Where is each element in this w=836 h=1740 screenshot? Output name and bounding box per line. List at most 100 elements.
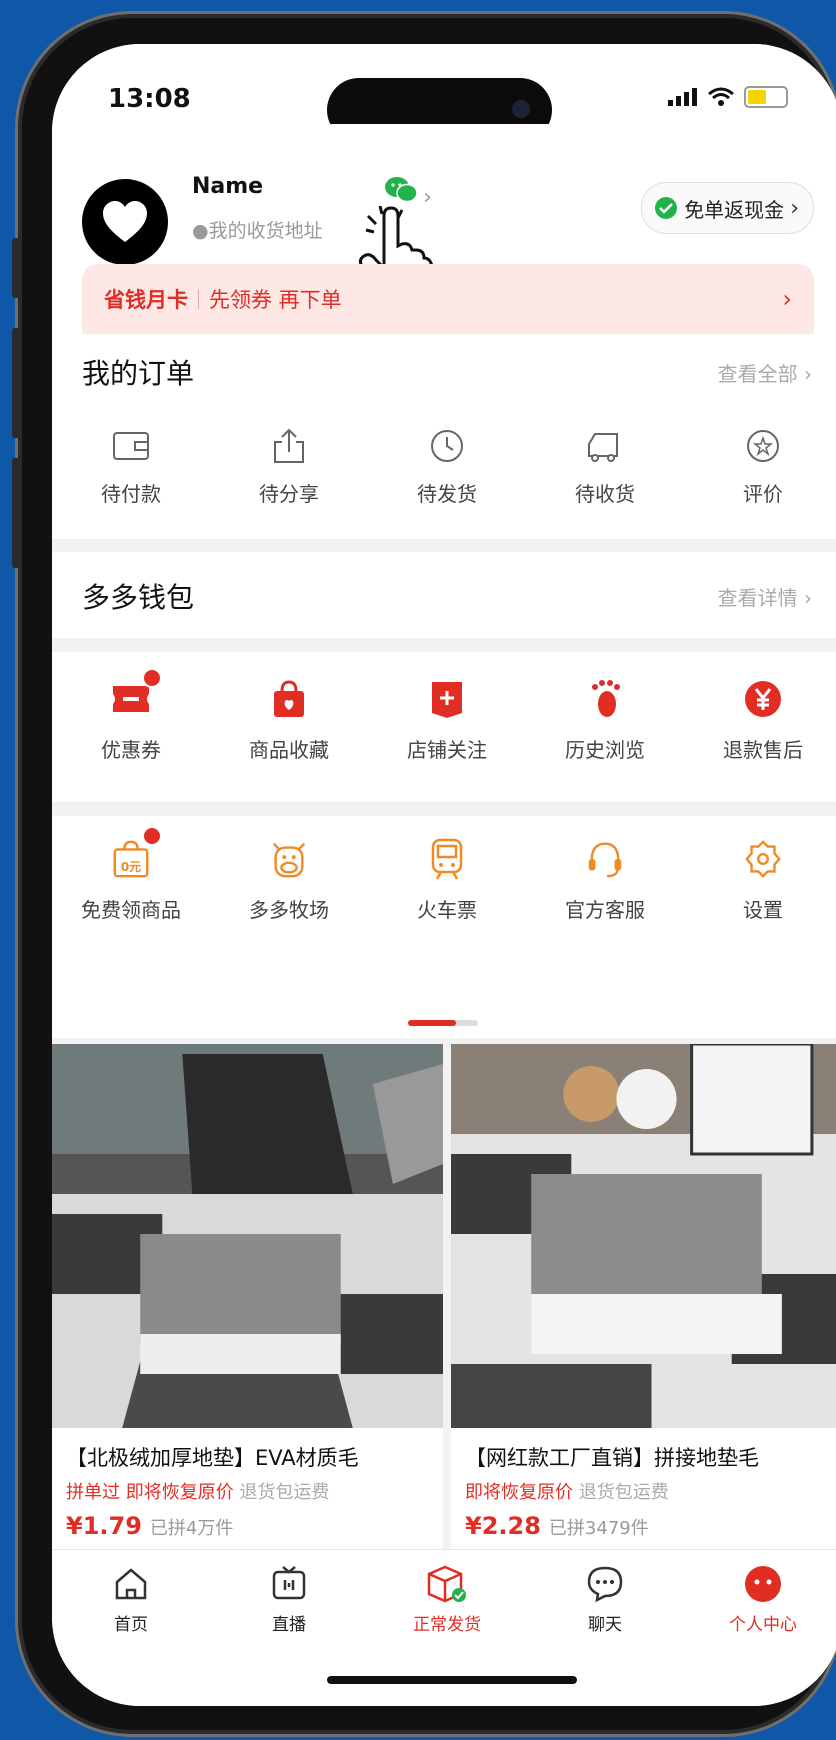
history-entry[interactable]: 历史浏览 <box>526 678 684 763</box>
free-goods-entry[interactable]: 0元 免费领商品 <box>52 826 210 923</box>
product-price: ¥1.79 <box>66 1512 142 1540</box>
bottom-tab-bar: 首页 直播 正常发货 聊天 个人中心 <box>52 1549 836 1706</box>
volume-up-button <box>12 328 20 438</box>
free-bag-text: 0元 <box>120 860 142 874</box>
tab-shipping[interactable]: 正常发货 <box>368 1564 526 1664</box>
status-icons <box>668 86 788 108</box>
product-sold-count: 已拼3479件 <box>548 1518 649 1539</box>
order-status-label: 评价 <box>743 482 783 506</box>
profile-icon <box>745 1566 781 1602</box>
status-bar: 13:08 <box>52 44 836 142</box>
avatar[interactable] <box>82 179 168 265</box>
screen: 13:08 Name › ●我的收货地址 免单返现金 › 省钱月卡 先领券 再下… <box>52 44 836 1706</box>
headset-icon <box>584 838 626 880</box>
settings-entry[interactable]: 设置 <box>684 838 836 923</box>
wallet-section[interactable]: 多多钱包 查看详情 › <box>52 552 836 638</box>
order-pending-ship[interactable]: 待发货 <box>368 428 526 507</box>
monthly-card-banner[interactable]: 省钱月卡 先领券 再下单 › <box>82 264 814 334</box>
tab-chat[interactable]: 聊天 <box>526 1564 684 1664</box>
wallet-details-label: 查看详情 <box>717 586 798 610</box>
shopping-bag-icon <box>268 678 310 720</box>
product-tags: 拼单过 即将恢复原价 退货包运费 <box>52 1472 443 1504</box>
coupon-icon <box>110 668 162 720</box>
cashback-label: 免单返现金 <box>684 197 785 222</box>
gear-icon <box>742 838 784 880</box>
clock-icon <box>431 430 463 462</box>
order-status-row: 待付款 待分享 待发货 待收货 评价 <box>52 428 836 507</box>
product-card[interactable]: 【北极绒加厚地垫】EVA材质毛 拼单过 即将恢复原价 退货包运费 ¥1.79 已… <box>52 1044 443 1622</box>
wallet-title: 多多钱包 <box>82 581 195 614</box>
tab-live[interactable]: 直播 <box>210 1564 368 1664</box>
truck-icon <box>588 433 618 462</box>
home-indicator[interactable] <box>327 1676 577 1684</box>
cashback-button[interactable]: 免单返现金 › <box>641 182 814 234</box>
tab-label: 正常发货 <box>413 1615 481 1635</box>
wechat-bind[interactable]: › <box>384 176 432 210</box>
product-tag: 退货包运费 <box>578 1482 669 1503</box>
home-icon <box>115 1568 147 1600</box>
customer-service-entry[interactable]: 官方客服 <box>526 838 684 923</box>
store-follow-entry[interactable]: 店铺关注 <box>368 678 526 763</box>
favorites-entry[interactable]: 商品收藏 <box>210 678 368 763</box>
chat-icon <box>587 1566 623 1603</box>
orders-view-all[interactable]: 查看全部 › <box>718 358 812 387</box>
user-name[interactable]: Name <box>192 174 263 199</box>
service-label: 退款售后 <box>723 738 803 762</box>
orders-view-all-label: 查看全部 <box>717 362 798 386</box>
order-pending-receive[interactable]: 待收货 <box>526 428 684 507</box>
product-price-row: ¥2.28 已拼3479件 <box>451 1504 836 1540</box>
notification-dot <box>142 826 162 846</box>
train-tickets-entry[interactable]: 火车票 <box>368 838 526 923</box>
phone-frame: 13:08 Name › ●我的收货地址 免单返现金 › 省钱月卡 先领券 再下… <box>12 18 836 1730</box>
product-card[interactable]: 【网红款工厂直销】拼接地垫毛 即将恢复原价 退货包运费 ¥2.28 已拼3479… <box>451 1044 836 1622</box>
order-pending-share[interactable]: 待分享 <box>210 428 368 507</box>
front-camera <box>512 100 530 118</box>
product-sold-count: 已拼4万件 <box>149 1518 234 1539</box>
check-circle-icon <box>655 197 678 219</box>
coupons-entry[interactable]: 优惠券 <box>52 668 210 763</box>
tab-profile[interactable]: 个人中心 <box>684 1564 836 1664</box>
tool-label: 多多牧场 <box>249 898 329 922</box>
wifi-icon <box>708 87 734 106</box>
product-name: 【网红款工厂直销】拼接地垫毛 <box>465 1446 759 1470</box>
tab-home[interactable]: 首页 <box>52 1564 210 1664</box>
cow-icon <box>268 838 310 880</box>
tool-label: 火车票 <box>417 898 477 922</box>
service-label: 店铺关注 <box>407 738 487 762</box>
live-icon <box>272 1566 306 1600</box>
heart-icon <box>103 201 147 242</box>
tab-list: 首页 直播 正常发货 聊天 个人中心 <box>52 1550 836 1664</box>
wallet-details-link[interactable]: 查看详情 › <box>718 582 812 611</box>
order-review[interactable]: 评价 <box>684 428 836 507</box>
orders-section: 我的订单 查看全部 › 待付款 待分享 待发货 待收货 评价 <box>52 334 836 539</box>
tool-label: 设置 <box>743 898 783 922</box>
refund-entry[interactable]: 退款售后 <box>684 678 836 763</box>
tab-label: 直播 <box>272 1615 306 1635</box>
address-text: 我的收货地址 <box>208 220 323 242</box>
share-icon <box>274 428 304 463</box>
location-pin-icon: ● <box>192 220 209 242</box>
address-link[interactable]: ●我的收货地址 <box>192 216 323 243</box>
package-icon <box>427 1565 466 1603</box>
orders-title: 我的订单 <box>82 357 195 390</box>
product-image[interactable] <box>451 1044 836 1428</box>
order-pending-payment[interactable]: 待付款 <box>52 428 210 507</box>
tab-label: 聊天 <box>588 1615 622 1635</box>
services-row: 优惠券 商品收藏 店铺关注 历史浏览 退款售后 <box>52 668 836 763</box>
service-label: 优惠券 <box>101 738 161 762</box>
product-feed: 【北极绒加厚地垫】EVA材质毛 拼单过 即将恢复原价 退货包运费 ¥1.79 已… <box>52 1044 836 1622</box>
product-image[interactable] <box>52 1044 443 1428</box>
volume-down-button <box>12 458 20 568</box>
service-label: 历史浏览 <box>565 738 645 762</box>
yen-refund-icon <box>742 678 784 720</box>
divider <box>198 289 199 309</box>
status-time: 13:08 <box>108 84 191 114</box>
cellular-signal-icon <box>668 88 697 106</box>
order-status-label: 待分享 <box>259 482 319 506</box>
farm-entry[interactable]: 多多牧场 <box>210 838 368 923</box>
tool-label: 免费领商品 <box>81 898 181 922</box>
product-tag: 即将恢复原价 <box>125 1482 234 1503</box>
battery-icon <box>744 86 788 108</box>
tab-label: 个人中心 <box>729 1615 797 1635</box>
product-name: 【北极绒加厚地垫】EVA材质毛 <box>66 1446 359 1470</box>
